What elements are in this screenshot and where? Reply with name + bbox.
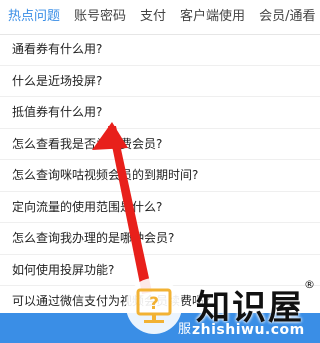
faq-item[interactable]: 通看券有什么用?	[0, 34, 320, 66]
faq-item[interactable]: 什么是近场投屏?	[0, 66, 320, 97]
faq-item[interactable]: 怎么查看我是否为续费会员?	[0, 129, 320, 160]
faq-item[interactable]: 怎么查询咪咕视频会员的到期时间?	[0, 160, 320, 192]
tab-account-password[interactable]: 账号密码	[67, 0, 133, 34]
faq-item[interactable]: 定向流量的使用范围是什么?	[0, 192, 320, 223]
svg-text:?: ?	[149, 294, 159, 314]
tab-membership[interactable]: 会员/通看	[252, 0, 320, 34]
faq-item[interactable]: 怎么查询我办理的是哪种会员?	[0, 223, 320, 255]
tab-client-usage[interactable]: 客户端使用	[173, 0, 252, 34]
faq-item[interactable]: 抵值券有什么用?	[0, 97, 320, 129]
help-monitor-icon[interactable]: ?	[125, 276, 183, 338]
tab-hot-questions[interactable]: 热点问题	[0, 0, 67, 34]
faq-list: 通看券有什么用? 什么是近场投屏? 抵值券有什么用? 怎么查看我是否为续费会员?…	[0, 34, 320, 318]
category-tabs: 热点问题 账号密码 支付 客户端使用 会员/通看	[0, 0, 320, 35]
tab-payment[interactable]: 支付	[133, 0, 173, 34]
